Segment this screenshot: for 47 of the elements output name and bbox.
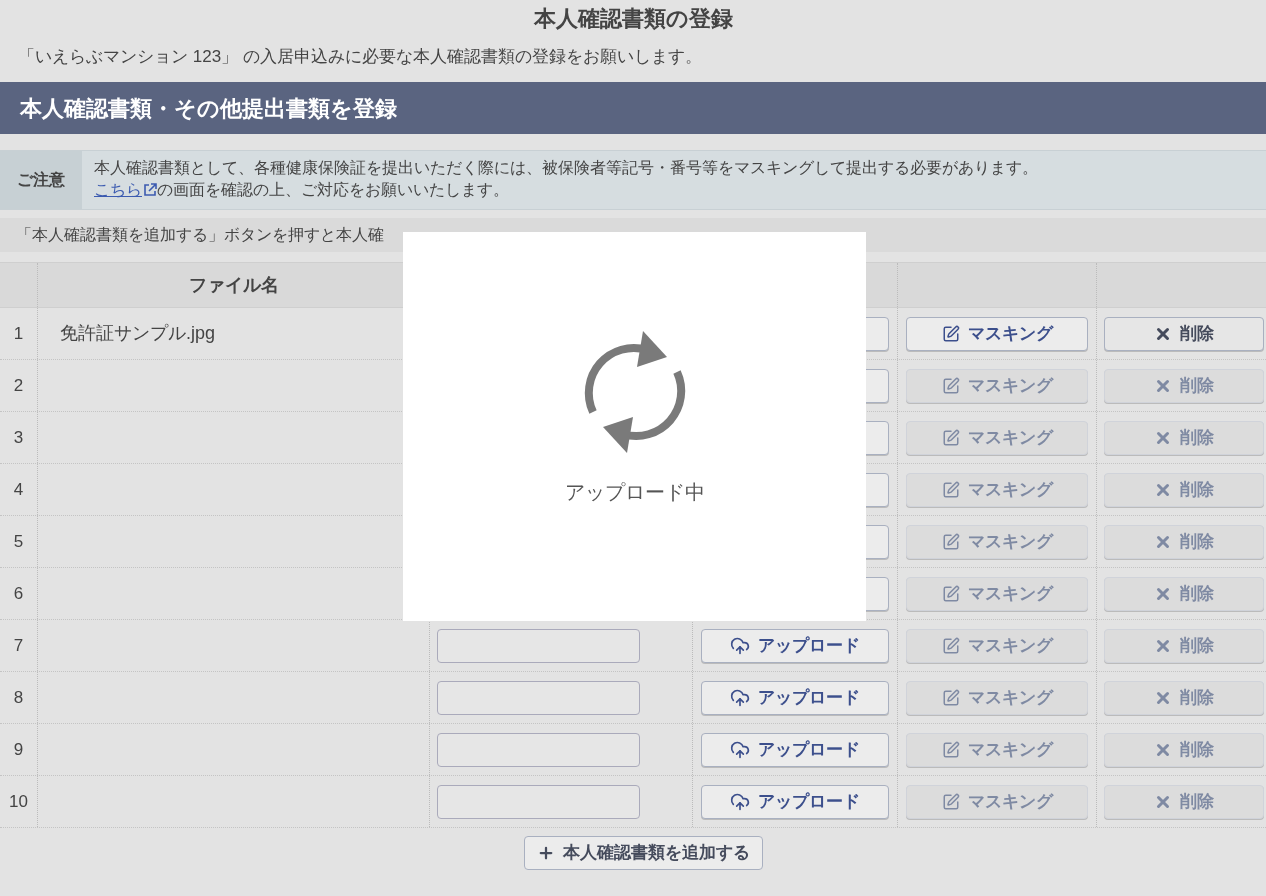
column-header: ファイル名 <box>188 273 279 297</box>
page-title: 本人確認書類の登録 <box>533 5 733 32</box>
masking-button[interactable]: マスキング <box>906 316 1088 351</box>
row-number: 5 <box>13 530 24 553</box>
delete-button[interactable]: 削除 <box>1104 316 1264 351</box>
input-field[interactable] <box>437 784 640 819</box>
edit-icon <box>941 428 960 447</box>
edit-icon <box>941 532 960 551</box>
edit-icon <box>941 792 960 811</box>
row-number: 2 <box>13 374 24 397</box>
row-number: 10 <box>9 790 28 813</box>
cloud-upload-icon <box>730 739 750 760</box>
edit-icon <box>941 584 960 603</box>
notice-text: 本人確認書類として、各種健康保険証を提出いただく際には、被保険者等記号・番号等をマスキングして提出する必要があります。 <box>94 158 1038 178</box>
external-link-icon <box>143 183 157 197</box>
upload-button[interactable]: アップロード <box>701 628 889 663</box>
cloud-upload-icon <box>730 635 750 656</box>
edit-icon <box>941 324 960 343</box>
edit-icon <box>941 636 960 655</box>
row-number: 3 <box>13 426 24 449</box>
notice-link[interactable]: こちら <box>94 179 157 201</box>
input-field[interactable] <box>437 680 640 715</box>
edit-icon <box>941 688 960 707</box>
cloud-upload-icon <box>730 791 750 812</box>
cloud-upload-icon <box>730 687 750 708</box>
row-number: 8 <box>13 686 24 709</box>
file-name: 免許証サンプル.jpg <box>60 322 216 345</box>
notice-label: ご注意 <box>0 151 82 209</box>
edit-icon <box>941 376 960 395</box>
edit-icon <box>941 740 960 759</box>
input-field[interactable] <box>437 628 640 663</box>
section-header: 本人確認書類・その他提出書類を登録 <box>0 82 1266 134</box>
notice-text: の画面を確認の上、ご対応をお願いいたします。 <box>157 180 509 200</box>
input-field[interactable] <box>437 732 640 767</box>
edit-icon <box>941 480 960 499</box>
add-document-button[interactable]: 本人確認書類を追加する <box>523 836 763 870</box>
loading-text: アップロード中 <box>564 479 705 505</box>
upload-button[interactable]: アップロード <box>701 680 889 715</box>
row-number: 6 <box>13 582 24 605</box>
upload-button[interactable]: アップロード <box>701 784 889 819</box>
intro-text: 「いえらぶマンション 123」 の入居申込みに必要な本人確認書類の登録をお願いします。 <box>18 46 702 69</box>
row-number: 9 <box>13 738 24 761</box>
row-number: 1 <box>13 322 24 345</box>
upload-button[interactable]: アップロード <box>701 732 889 767</box>
row-number: 4 <box>13 478 24 501</box>
row-number: 7 <box>13 634 24 657</box>
hint-text: 「本人確認書類を追加する」ボタンを押すと本人確 <box>16 225 384 245</box>
